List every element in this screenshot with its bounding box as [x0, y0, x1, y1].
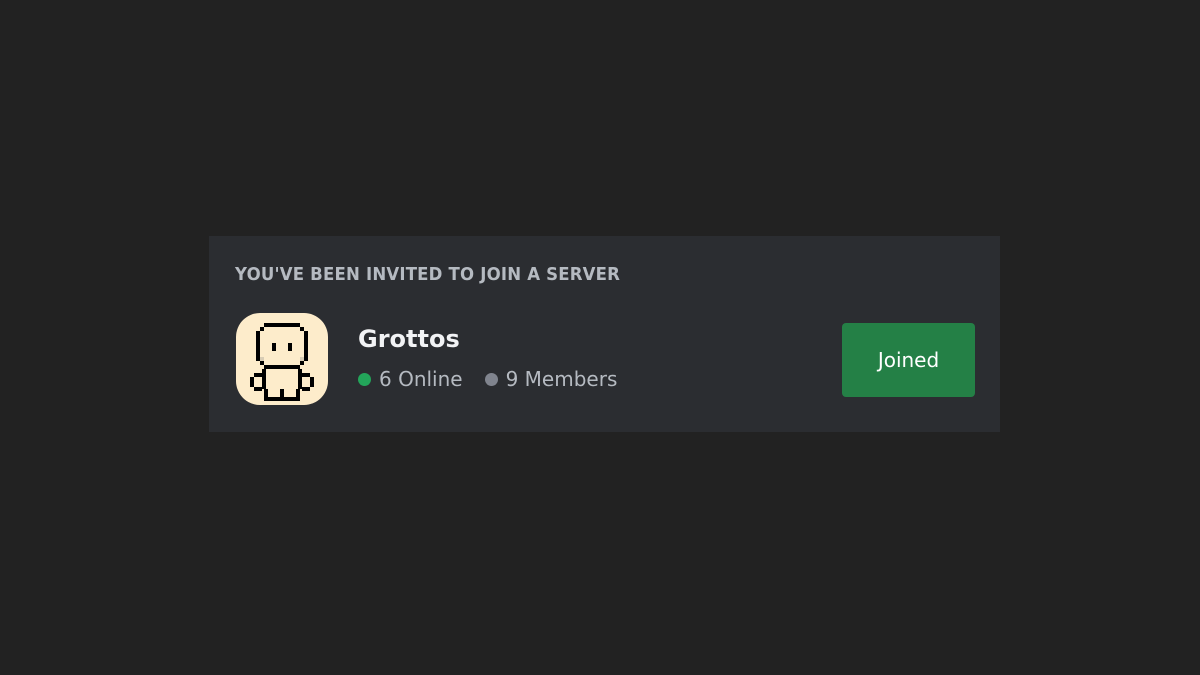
server-stats: 6 Online 9 Members: [358, 367, 617, 391]
invite-header: YOU'VE BEEN INVITED TO JOIN A SERVER: [235, 264, 621, 285]
online-count-label: 6 Online: [379, 367, 463, 391]
members-dot-icon: [484, 372, 498, 386]
online-count: 6 Online: [358, 367, 463, 391]
server-name: Grottos: [358, 325, 460, 353]
member-count-label: 9 Members: [505, 367, 618, 391]
joined-button[interactable]: Joined: [842, 323, 975, 397]
pixel-character-icon: [250, 323, 314, 401]
member-count: 9 Members: [484, 367, 618, 391]
server-icon[interactable]: [236, 313, 328, 405]
server-invite-card: YOU'VE BEEN INVITED TO JOIN A SERVER Gro…: [209, 236, 1000, 432]
online-dot-icon: [358, 372, 371, 386]
